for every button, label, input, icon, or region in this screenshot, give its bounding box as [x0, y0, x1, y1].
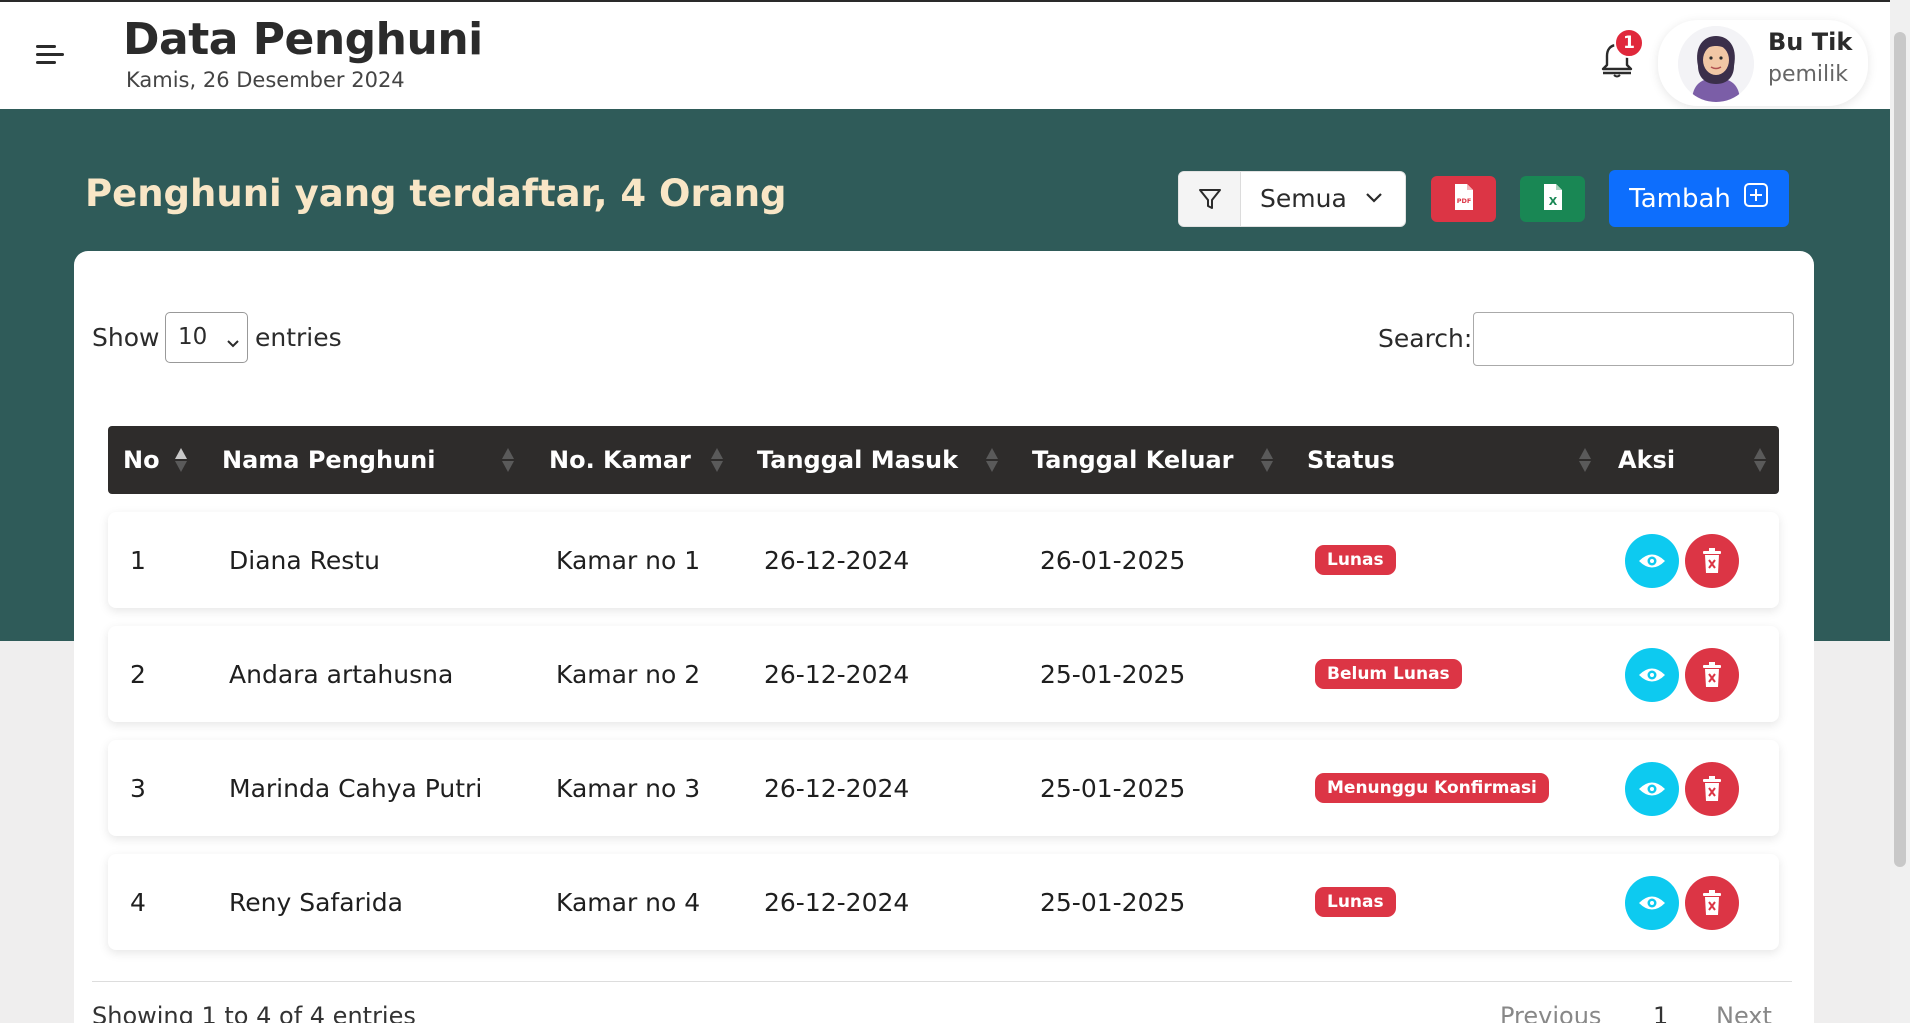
eye-icon: [1639, 896, 1665, 910]
cell-kamar: Kamar no 2: [556, 659, 701, 689]
status-badge: Menunggu Konfirmasi: [1315, 773, 1549, 803]
file-pdf-icon: PDF: [1453, 183, 1475, 215]
table-row: 4 Reny Safarida Kamar no 4 26-12-2024 25…: [108, 854, 1779, 950]
status-filter-select[interactable]: Semua: [1178, 171, 1406, 227]
sort-icon: [1754, 448, 1766, 472]
cell-kamar: Kamar no 4: [556, 887, 701, 917]
delete-button[interactable]: [1685, 762, 1739, 816]
eye-icon: [1639, 782, 1665, 796]
top-bar: Data Penghuni Kamis, 26 Desember 2024 1 …: [0, 0, 1890, 109]
user-role: pemilik: [1768, 62, 1849, 87]
table-row: 2 Andara artahusna Kamar no 2 26-12-2024…: [108, 626, 1779, 722]
cell-tanggal-keluar: 25-01-2025: [1040, 887, 1186, 917]
column-header-no[interactable]: No: [123, 426, 203, 494]
entries-per-page-select[interactable]: 10: [165, 312, 248, 363]
table-info: Showing 1 to 4 of 4 entries: [92, 1002, 416, 1023]
filter-icon: [1179, 172, 1241, 226]
cell-nama: Diana Restu: [229, 545, 380, 575]
scrollbar-thumb[interactable]: [1894, 32, 1906, 867]
cell-kamar: Kamar no 3: [556, 773, 701, 803]
view-button[interactable]: [1625, 534, 1679, 588]
column-header-kamar[interactable]: No. Kamar: [549, 426, 699, 494]
show-label: Show: [92, 323, 160, 352]
user-profile[interactable]: Bu Tik pemilik: [1658, 20, 1868, 106]
svg-text:X: X: [1548, 195, 1557, 208]
cell-tanggal-masuk: 26-12-2024: [764, 887, 910, 917]
cell-nama: Marinda Cahya Putri: [229, 773, 483, 803]
column-header-status[interactable]: Status: [1307, 426, 1457, 494]
table-row: 1 Diana Restu Kamar no 1 26-12-2024 26-0…: [108, 512, 1779, 608]
residents-heading: Penghuni yang terdaftar, 4 Orang: [85, 172, 787, 215]
entries-label: entries: [255, 323, 342, 352]
eye-icon: [1639, 668, 1665, 682]
eye-icon: [1639, 554, 1665, 568]
export-excel-button[interactable]: X: [1520, 176, 1585, 222]
add-resident-button[interactable]: Tambah: [1609, 170, 1789, 227]
page-title: Data Penghuni: [123, 14, 483, 65]
search-label: Search:: [1378, 324, 1473, 353]
trash-icon: [1703, 776, 1721, 801]
view-button[interactable]: [1625, 648, 1679, 702]
sort-icon: [711, 448, 723, 472]
trash-icon: [1703, 662, 1721, 687]
table-header: No Nama Penghuni No. Kamar Tanggal Masuk…: [108, 426, 1779, 494]
cell-nama: Reny Safarida: [229, 887, 403, 917]
pagination-next[interactable]: Next: [1716, 1002, 1772, 1023]
cell-tanggal-masuk: 26-12-2024: [764, 545, 910, 575]
filter-value: Semua: [1260, 184, 1347, 213]
sort-icon: [986, 448, 998, 472]
cell-tanggal-masuk: 26-12-2024: [764, 659, 910, 689]
table-row: 3 Marinda Cahya Putri Kamar no 3 26-12-2…: [108, 740, 1779, 836]
cell-no: 4: [130, 887, 146, 917]
delete-button[interactable]: [1685, 876, 1739, 930]
cell-tanggal-keluar: 26-01-2025: [1040, 545, 1186, 575]
add-button-label: Tambah: [1629, 183, 1731, 214]
cell-no: 2: [130, 659, 146, 689]
sort-icon: [175, 448, 187, 472]
cell-no: 3: [130, 773, 146, 803]
sort-icon: [1261, 448, 1273, 472]
cell-kamar: Kamar no 1: [556, 545, 701, 575]
page-date: Kamis, 26 Desember 2024: [126, 68, 405, 92]
status-badge: Belum Lunas: [1315, 659, 1462, 689]
trash-icon: [1703, 548, 1721, 573]
delete-button[interactable]: [1685, 534, 1739, 588]
view-button[interactable]: [1625, 762, 1679, 816]
pagination-previous[interactable]: Previous: [1500, 1002, 1601, 1023]
sort-icon: [502, 448, 514, 472]
search-input[interactable]: [1473, 312, 1794, 366]
trash-icon: [1703, 890, 1721, 915]
pagination-page[interactable]: 1: [1653, 1002, 1668, 1023]
svg-text:PDF: PDF: [1456, 197, 1471, 205]
column-header-aksi[interactable]: Aksi: [1618, 426, 1718, 494]
notification-badge: 1: [1614, 28, 1644, 58]
column-header-tanggal-masuk[interactable]: Tanggal Masuk: [757, 426, 977, 494]
view-button[interactable]: [1625, 876, 1679, 930]
cell-no: 1: [130, 545, 146, 575]
delete-button[interactable]: [1685, 648, 1739, 702]
cell-tanggal-keluar: 25-01-2025: [1040, 773, 1186, 803]
chevron-down-icon: [1365, 190, 1383, 209]
cell-tanggal-keluar: 25-01-2025: [1040, 659, 1186, 689]
export-pdf-button[interactable]: PDF: [1431, 176, 1496, 222]
chevron-down-icon: [226, 334, 240, 353]
menu-toggle-icon[interactable]: [36, 43, 64, 67]
avatar: [1678, 26, 1754, 102]
column-header-tanggal-keluar[interactable]: Tanggal Keluar: [1032, 426, 1252, 494]
file-excel-icon: X: [1542, 183, 1564, 215]
cell-tanggal-masuk: 26-12-2024: [764, 773, 910, 803]
entries-value: 10: [178, 324, 208, 350]
cell-nama: Andara artahusna: [229, 659, 454, 689]
status-badge: Lunas: [1315, 545, 1396, 575]
column-header-nama[interactable]: Nama Penghuni: [222, 426, 452, 494]
plus-square-icon: [1743, 182, 1769, 215]
user-name: Bu Tik: [1768, 28, 1853, 56]
sort-icon: [1579, 448, 1591, 472]
table-footer-divider: [92, 981, 1792, 982]
status-badge: Lunas: [1315, 887, 1396, 917]
